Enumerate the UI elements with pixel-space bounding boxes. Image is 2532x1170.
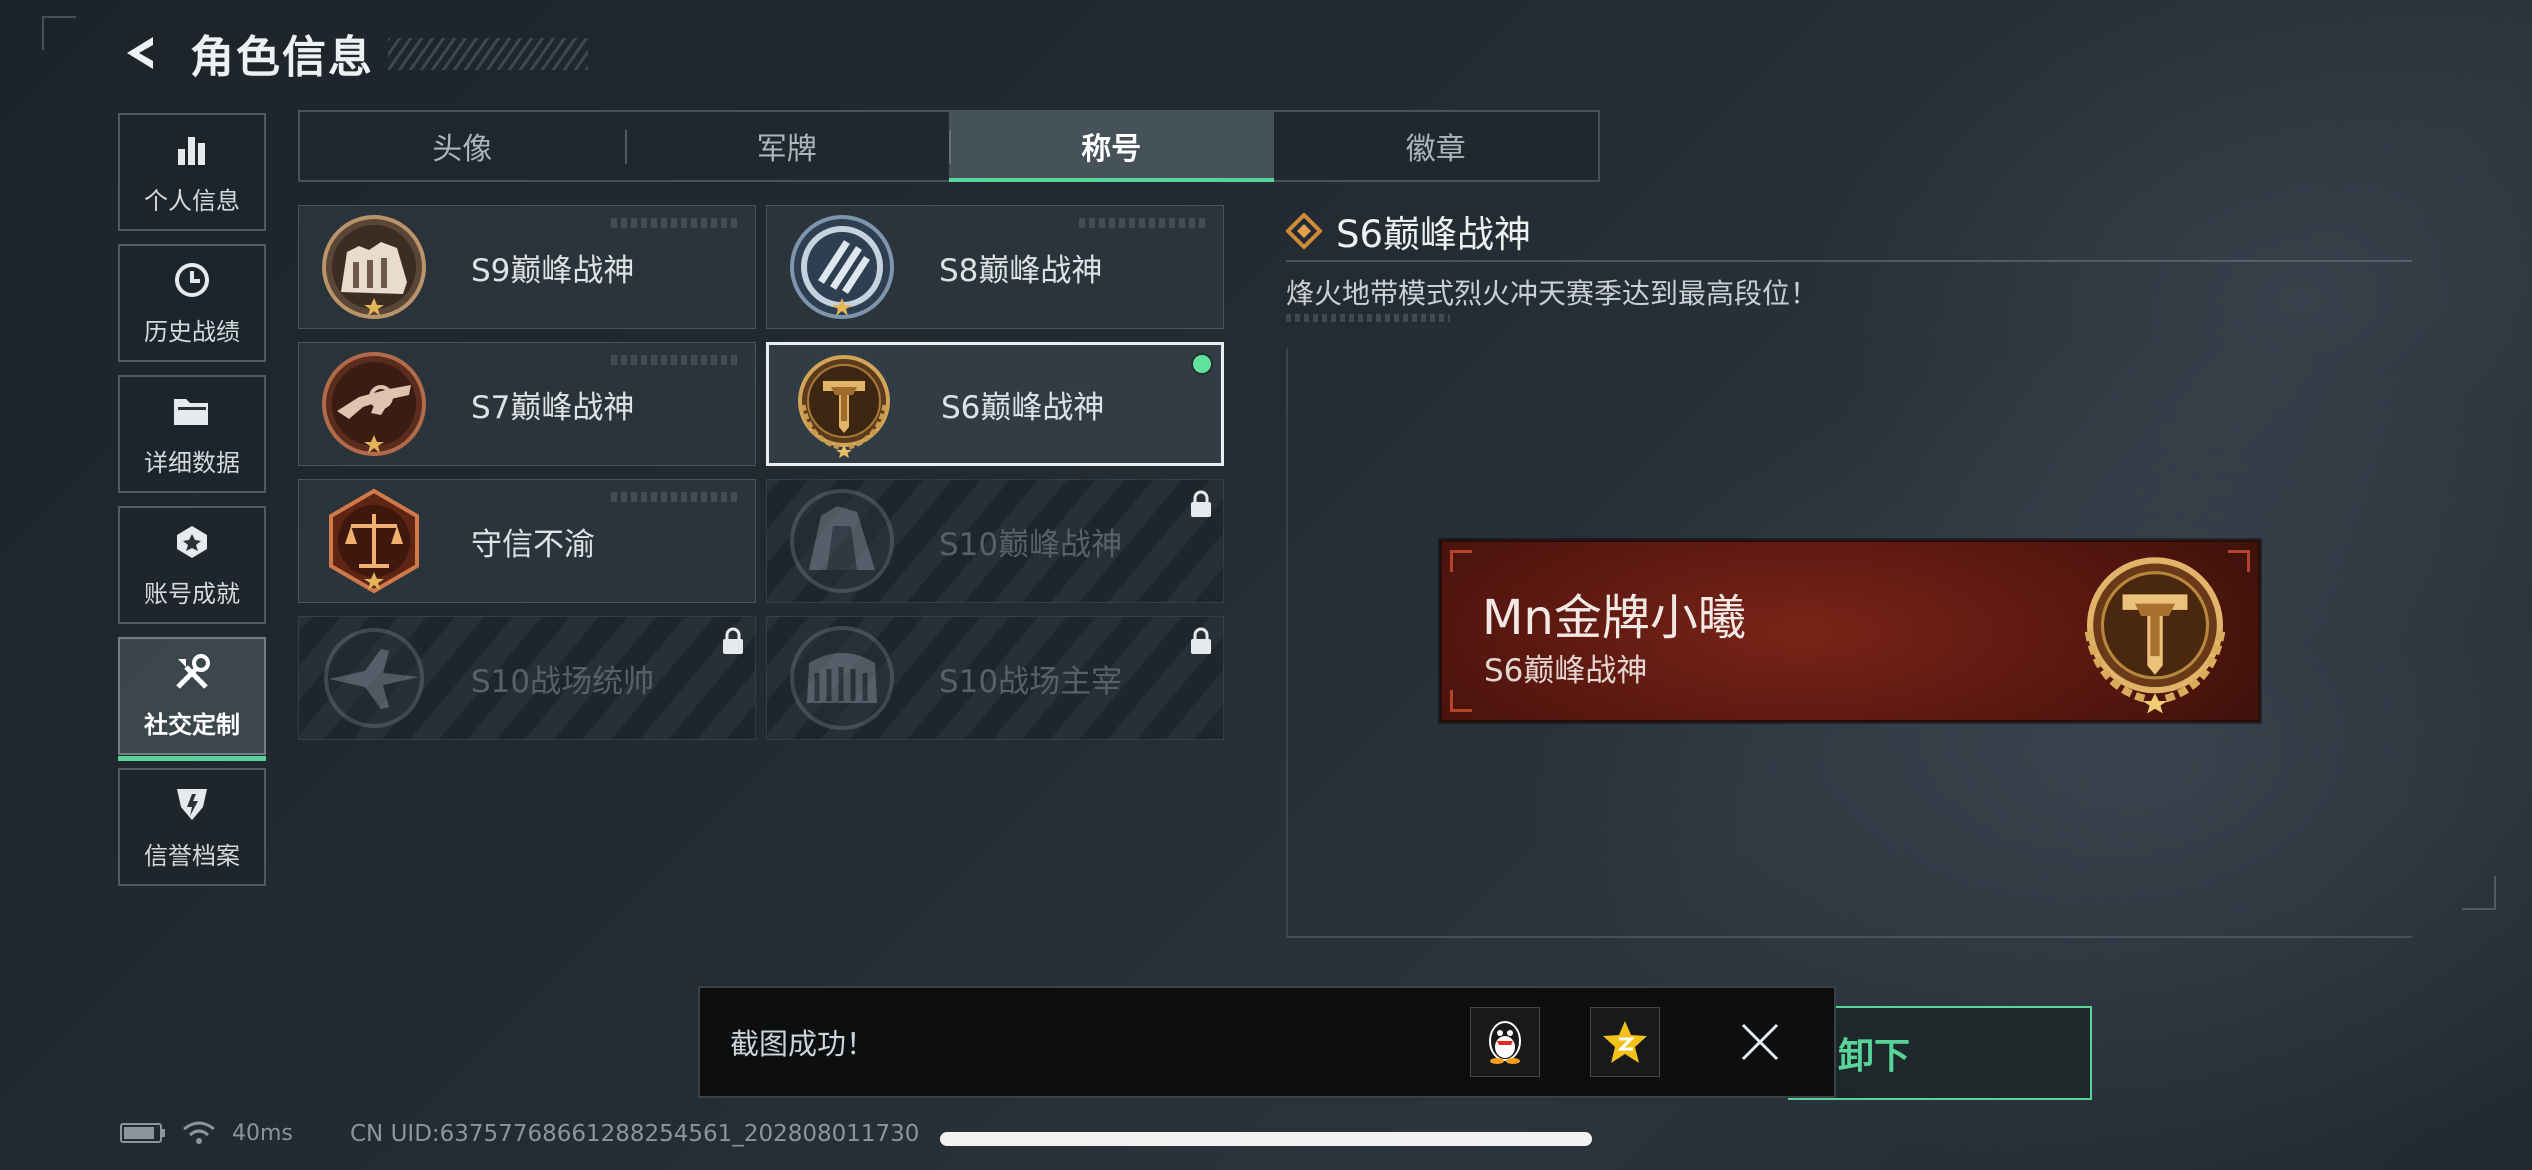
nav-item-match-history[interactable]: 历史战绩 [118,244,266,362]
nameplate-corner [1450,690,1472,712]
title-card-locked[interactable]: S10战场统帅 [298,616,756,740]
frame-corner [42,16,76,50]
page-header: 角色信息 [118,22,374,84]
qq-penguin-icon [1489,1021,1521,1064]
folder-icon [172,391,212,431]
lock-icon [723,627,743,654]
s10-colosseum-badge-icon [790,626,894,730]
credit-shield-icon [172,784,212,824]
lock-icon [1191,627,1211,654]
title-card[interactable]: S7巅峰战神 [298,342,756,466]
s10-aircraft-badge-icon [324,628,424,728]
divider [1286,260,2412,262]
nav-label: 信誉档案 [144,841,240,870]
title-name: S8巅峰战神 [939,252,1103,289]
title-name: S7巅峰战神 [471,389,635,426]
card-decoration [611,492,741,502]
nav-label: 历史战绩 [144,317,240,346]
title-name: S10战场统帅 [471,663,655,700]
description-decoration [1286,314,1450,322]
toast-message: 截图成功！ [730,1027,876,1061]
qzone-star-icon [1603,1021,1647,1063]
title-card[interactable]: 守信不渝 [298,479,756,603]
nameplate-corner [1450,550,1472,572]
s6-laurel-badge-icon [798,355,890,458]
scales-badge-icon [329,488,419,594]
card-decoration [611,355,741,365]
s9-fortress-badge-icon [322,215,426,319]
s6-laurel-badge-icon [2084,557,2226,714]
screenshot-toast: 截图成功！ [698,986,1836,1098]
detail-description: 烽火地带模式烈火冲天赛季达到最高段位！ [1286,277,1819,310]
nav-label: 账号成就 [144,579,240,608]
title-grid: S9巅峰战神 S8巅峰战神 S7巅峰战神 S6巅峰战神 守信不渝 S10巅峰战神… [298,205,1224,740]
nav-item-credit-profile[interactable]: 信誉档案 [118,768,266,886]
card-decoration [611,218,741,228]
tab-title[interactable]: 称号 [949,112,1274,182]
nav-label: 个人信息 [144,186,240,215]
bar-chart-icon [172,129,212,169]
nav-item-detailed-data[interactable]: 详细数据 [118,375,266,493]
nav-item-achievements[interactable]: 账号成就 [118,506,266,624]
uid-text: CN UID:637577686612882545​61_20280801173… [350,1121,920,1147]
title-name: S9巅峰战神 [471,252,635,289]
nav-label: 社交定制 [144,710,240,739]
title-name: 守信不渝 [471,526,595,563]
nav-item-social-custom[interactable]: 社交定制 [118,637,266,761]
s7-weapon-badge-icon [322,352,426,456]
nameplate-title: S6巅峰战神 [1484,653,1648,689]
page-title: 角色信息 [190,32,374,83]
title-name: S6巅峰战神 [941,389,1105,426]
status-bar: 40ms [120,1120,293,1146]
back-arrow-icon [127,37,153,69]
s10-tower-badge-icon [790,489,894,593]
title-card-locked[interactable]: S10战场主宰 [766,616,1224,740]
clock-history-icon [172,260,212,300]
share-qq-button[interactable] [1470,1007,1540,1077]
card-decoration [1079,218,1209,228]
nav-item-personal-info[interactable]: 个人信息 [118,113,266,231]
detail-title: S6巅峰战神 [1336,213,1532,256]
frame-corner [2462,876,2496,910]
share-qzone-button[interactable] [1590,1007,1660,1077]
title-card-selected[interactable]: S6巅峰战神 [766,342,1224,466]
tab-dog-tag[interactable]: 军牌 [624,112,950,180]
tab-avatar[interactable]: 头像 [300,112,625,180]
lock-icon [1191,490,1211,517]
player-name: Mn金牌小曦 [1482,590,1746,646]
equipped-indicator [1191,353,1213,375]
title-decoration [388,38,588,70]
tools-icon [172,653,212,693]
close-toast-button[interactable] [1730,1012,1790,1072]
title-card[interactable]: S8巅峰战神 [766,205,1224,329]
diamond-marker-icon [1286,213,1322,249]
title-name: S10战场主宰 [939,663,1123,700]
title-card[interactable]: S9巅峰战神 [298,205,756,329]
nameplate-preview: Mn金牌小曦 S6巅峰战神 [1440,540,2260,722]
battery-icon [120,1123,165,1143]
side-nav: 个人信息 历史战绩 详细数据 账号成就 社交定制 信誉档案 [118,113,266,899]
wifi-icon [183,1121,215,1144]
title-name: S10巅峰战神 [939,526,1123,563]
tab-badge[interactable]: 徽章 [1274,112,1599,180]
category-tabs: 头像 军牌 称号 徽章 [298,110,1600,182]
close-icon [1741,1023,1779,1061]
detail-header: S6巅峰战神 [1286,204,1531,258]
ping-value: 40ms [232,1120,293,1146]
nav-label: 详细数据 [144,448,240,477]
home-indicator[interactable] [940,1132,1592,1146]
back-button[interactable] [118,30,164,76]
s8-emblem-badge-icon [790,215,894,319]
title-card-locked[interactable]: S10巅峰战神 [766,479,1224,603]
achievement-icon [172,522,212,562]
